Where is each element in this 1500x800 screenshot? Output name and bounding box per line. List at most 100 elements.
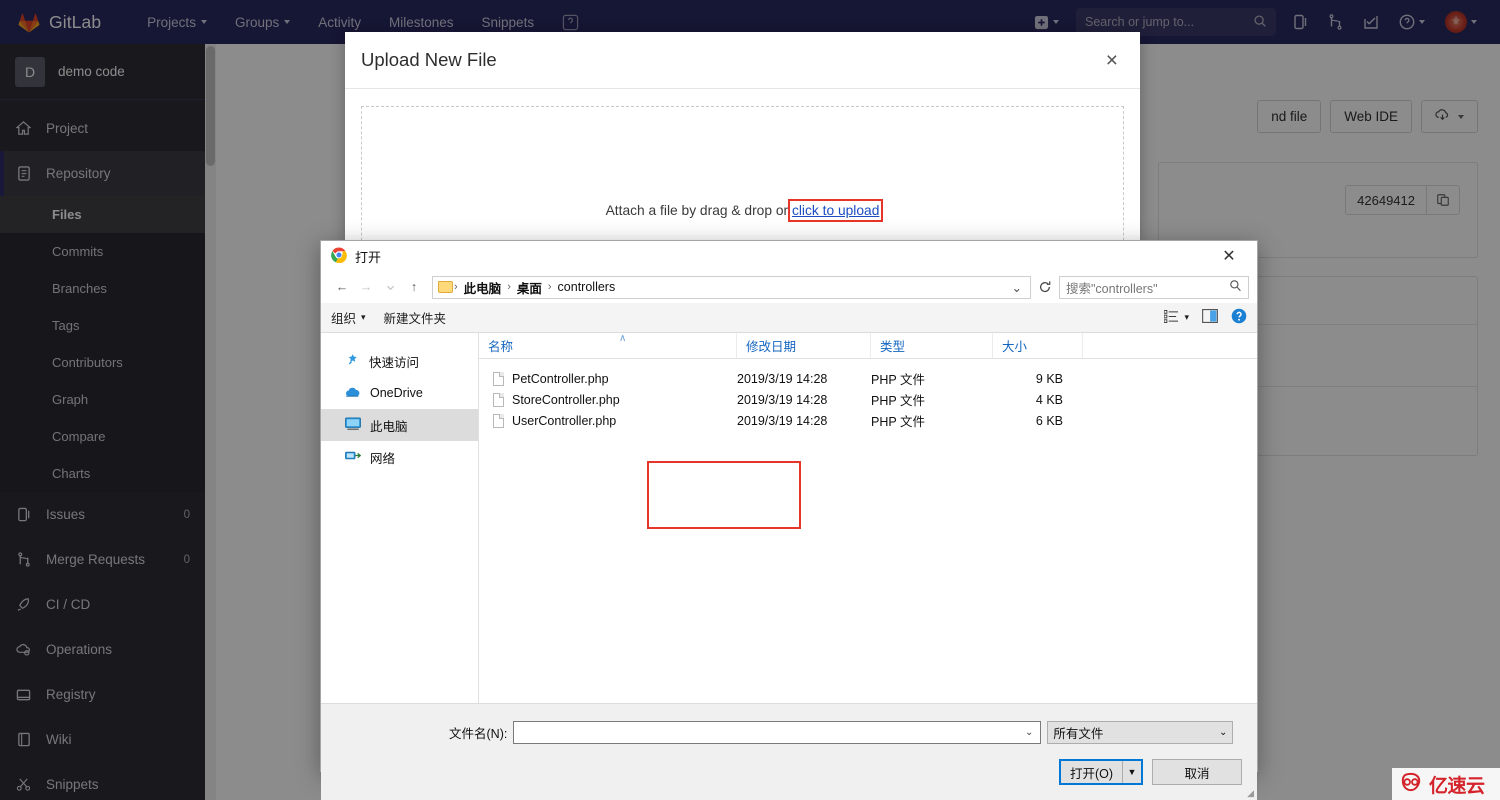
breadcrumb-this-pc[interactable]: 此电脑 <box>459 278 507 297</box>
click-to-upload-link[interactable]: click to upload <box>787 199 884 222</box>
cloud-icon <box>345 385 361 401</box>
open-dropdown-icon[interactable]: ▼ <box>1123 761 1141 783</box>
file-name: UserController.php <box>512 413 617 428</box>
place-label: 此电脑 <box>370 419 408 434</box>
dialog-main: 快速访问 OneDrive 此电脑 网络 名称 修改日期 类型 大小 ∧ Pet… <box>321 333 1257 703</box>
chevron-down-icon: ⌄ <box>1218 727 1228 738</box>
address-dropdown-icon[interactable]: ⌄ <box>1006 280 1028 295</box>
file-type: PHP 文件 <box>871 415 925 429</box>
file-rows: PetController.php 2019/3/19 14:28 PHP 文件… <box>479 359 1257 431</box>
dialog-titlebar[interactable]: 打开 ✕ <box>321 241 1257 271</box>
address-bar[interactable]: › 此电脑 › 桌面 › controllers ⌄ <box>432 275 1031 299</box>
file-name-cell: PetController.php <box>479 371 737 386</box>
place-this-pc[interactable]: 此电脑 <box>321 409 478 441</box>
cancel-button[interactable]: 取消 <box>1152 759 1242 785</box>
file-list-pane: 名称 修改日期 类型 大小 ∧ PetController.php 2019/3… <box>479 333 1257 703</box>
file-size: 6 KB <box>1035 413 1063 428</box>
dialog-toolbar: 组织 ▾ 新建文件夹 ▾ <box>321 303 1257 333</box>
monitor-icon <box>345 417 361 434</box>
column-size[interactable]: 大小 <box>993 333 1083 358</box>
view-list-icon <box>1164 309 1179 326</box>
place-label: OneDrive <box>370 386 423 400</box>
file-size: 4 KB <box>1035 392 1063 407</box>
toolbar-right-group: ▾ <box>1164 308 1247 327</box>
file-date: 2019/3/19 14:28 <box>737 413 828 428</box>
file-icon <box>493 371 504 386</box>
place-network[interactable]: 网络 <box>321 441 478 473</box>
dialog-navigation-bar: ← → ↑ › 此电脑 › 桌面 › controllers ⌄ 搜索"cont… <box>321 271 1257 303</box>
chevron-down-icon <box>386 285 394 290</box>
file-size: 9 KB <box>1035 371 1063 386</box>
up-button[interactable]: ↑ <box>403 275 425 299</box>
file-icon <box>493 392 504 407</box>
file-type: PHP 文件 <box>871 373 925 387</box>
dropzone-text: Attach a file by drag & drop or click to… <box>362 199 1123 222</box>
close-icon[interactable]: ✕ <box>1209 242 1249 271</box>
file-type-filter-select[interactable]: 所有文件 ⌄ <box>1047 721 1234 744</box>
column-date-modified[interactable]: 修改日期 <box>737 333 871 358</box>
file-name: PetController.php <box>512 371 609 386</box>
resize-grip-icon[interactable]: ◢ <box>1247 788 1254 799</box>
place-onedrive[interactable]: OneDrive <box>321 377 478 409</box>
network-icon <box>345 449 362 466</box>
close-icon[interactable]: × <box>1106 50 1118 71</box>
file-type: PHP 文件 <box>871 394 925 408</box>
column-spacer <box>1083 333 1257 358</box>
star-pin-icon <box>345 352 360 370</box>
watermark-text: 亿速云 <box>1429 775 1485 797</box>
file-name-cell: UserController.php <box>479 413 737 428</box>
breadcrumb-desktop[interactable]: 桌面 <box>512 278 547 297</box>
place-label: 网络 <box>370 451 396 466</box>
place-quick-access[interactable]: 快速访问 <box>321 345 478 377</box>
back-button[interactable]: ← <box>331 275 353 299</box>
screen: D demo code Project Repository Files Com… <box>0 0 1500 800</box>
folder-icon <box>438 281 453 293</box>
open-split-button[interactable]: 打开(O) ▼ <box>1059 759 1143 785</box>
filename-row: 文件名(N): ⌄ 所有文件 ⌄ <box>449 721 1234 744</box>
breadcrumb-controllers[interactable]: controllers <box>553 280 621 294</box>
forward-button[interactable]: → <box>355 275 377 299</box>
sort-ascending-icon: ∧ <box>619 333 627 344</box>
search-placeholder: 搜索"controllers" <box>1066 281 1158 296</box>
chrome-icon <box>331 246 347 266</box>
organize-label: 组织 <box>331 312 357 326</box>
places-sidebar: 快速访问 OneDrive 此电脑 网络 <box>321 333 479 703</box>
help-icon[interactable] <box>1231 308 1247 327</box>
search-input[interactable]: 搜索"controllers" <box>1059 275 1249 299</box>
open-button[interactable]: 打开(O) <box>1061 761 1123 783</box>
column-type[interactable]: 类型 <box>871 333 993 358</box>
new-folder-label: 新建文件夹 <box>383 312 447 326</box>
file-name-cell: StoreController.php <box>479 392 737 407</box>
list-item[interactable]: StoreController.php 2019/3/19 14:28 PHP … <box>479 389 1257 410</box>
watermark-logo-icon <box>1398 772 1424 797</box>
filename-input[interactable]: ⌄ <box>513 721 1042 744</box>
filter-value: 所有文件 <box>1053 727 1104 741</box>
chevron-down-icon: ▾ <box>361 312 366 322</box>
file-icon <box>493 413 504 428</box>
filename-label: 文件名(N): <box>449 727 508 741</box>
file-name: StoreController.php <box>512 392 620 407</box>
chevron-down-icon[interactable]: ⌄ <box>1025 727 1036 738</box>
list-item[interactable]: PetController.php 2019/3/19 14:28 PHP 文件… <box>479 368 1257 389</box>
view-options-button[interactable]: ▾ <box>1164 309 1189 326</box>
upload-file-modal: Upload New File × Attach a file by drag … <box>345 32 1140 266</box>
dialog-buttons: 打开(O) ▼ 取消 <box>1059 759 1242 785</box>
dialog-footer: 文件名(N): ⌄ 所有文件 ⌄ 打开(O) ▼ 取消 ◢ <box>321 703 1257 800</box>
list-item[interactable]: UserController.php 2019/3/19 14:28 PHP 文… <box>479 410 1257 431</box>
place-label: 快速访问 <box>369 355 420 370</box>
file-selection-highlight <box>647 461 801 529</box>
file-date: 2019/3/19 14:28 <box>737 371 828 386</box>
organize-button[interactable]: 组织 ▾ <box>331 308 366 327</box>
file-date: 2019/3/19 14:28 <box>737 392 828 407</box>
open-file-dialog: 打开 ✕ ← → ↑ › 此电脑 › 桌面 › controllers ⌄ 搜索… <box>320 240 1258 800</box>
new-folder-button[interactable]: 新建文件夹 <box>384 308 447 327</box>
watermark: 亿速云 <box>1392 768 1500 800</box>
refresh-icon[interactable] <box>1033 276 1057 299</box>
column-name[interactable]: 名称 <box>479 333 737 358</box>
modal-title: Upload New File <box>361 49 497 70</box>
recent-locations-button[interactable] <box>379 275 401 299</box>
file-list-header: 名称 修改日期 类型 大小 ∧ <box>479 333 1257 359</box>
chevron-down-icon: ▾ <box>1184 312 1189 322</box>
search-icon <box>1229 279 1242 295</box>
preview-pane-icon[interactable] <box>1202 309 1218 326</box>
